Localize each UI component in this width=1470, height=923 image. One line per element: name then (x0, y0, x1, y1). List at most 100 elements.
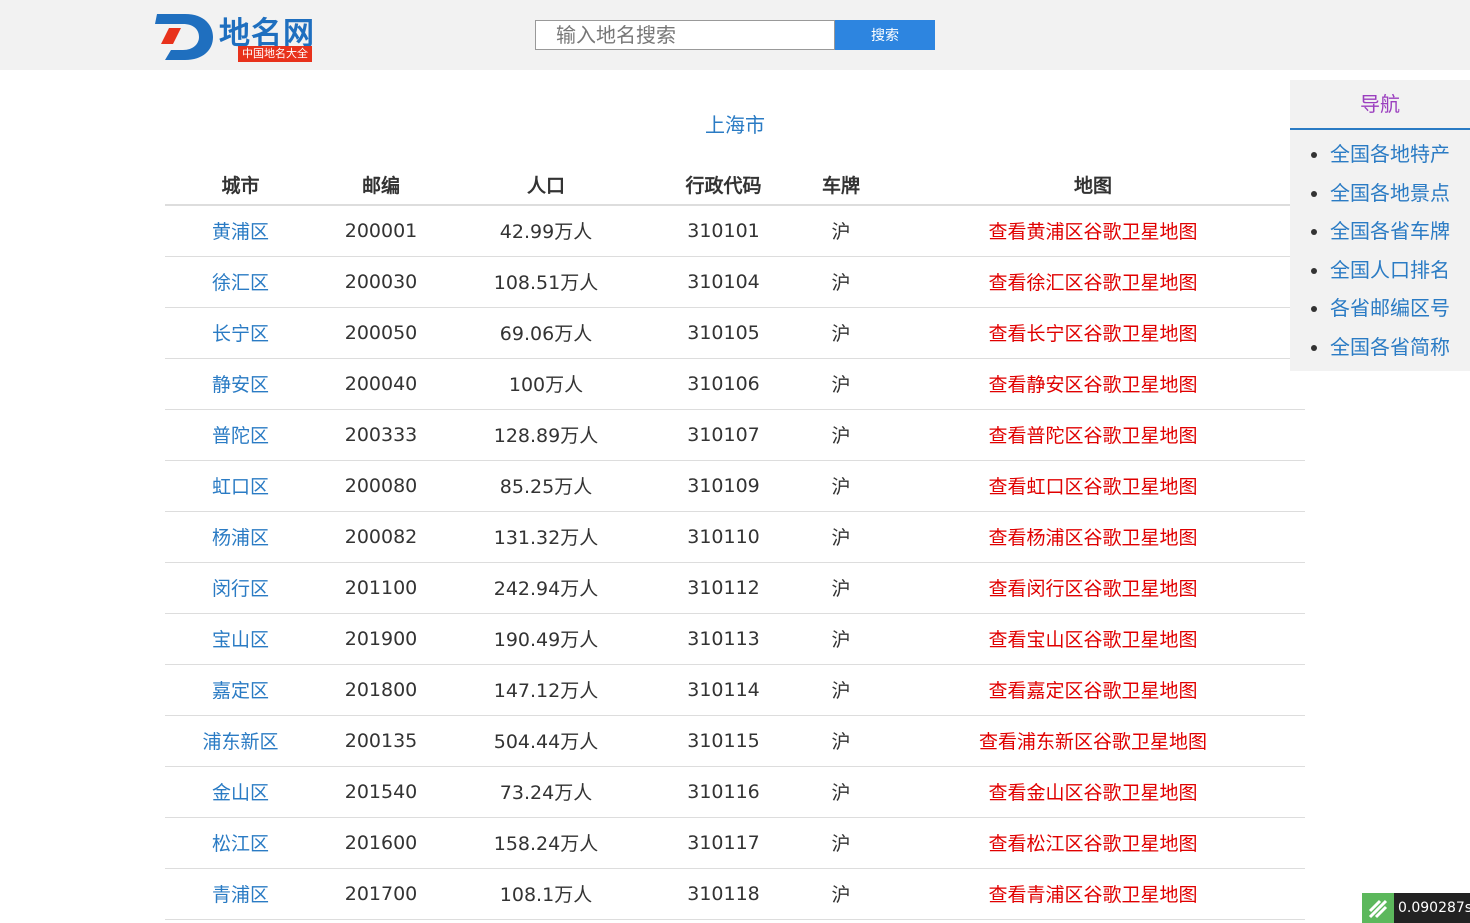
city-link[interactable]: 普陀区 (212, 425, 269, 447)
plate-cell: 沪 (801, 715, 881, 767)
city-link[interactable]: 闵行区 (212, 578, 269, 600)
map-cell: 查看杨浦区谷歌卫星地图 (881, 511, 1305, 563)
code-cell: 310109 (646, 460, 801, 512)
header-population: 人口 (446, 164, 646, 206)
table-row: 浦东新区 200135 504.44万人 310115 沪 查看浦东新区谷歌卫星地图 (165, 715, 1305, 767)
code-cell: 310113 (646, 613, 801, 665)
city-link[interactable]: 黄浦区 (212, 221, 269, 243)
header-bar: 地名网 中国地名大全 搜索 (0, 0, 1470, 70)
nav-item: 全国各地景点 (1290, 174, 1470, 213)
plate-cell: 沪 (801, 766, 881, 818)
city-cell: 杨浦区 (165, 511, 316, 563)
city-cell: 浦东新区 (165, 715, 316, 767)
city-link[interactable]: 宝山区 (212, 629, 269, 651)
nav-link[interactable]: 全国各地景点 (1330, 181, 1450, 205)
nav-link[interactable]: 全国各地特产 (1330, 142, 1450, 166)
map-cell: 查看嘉定区谷歌卫星地图 (881, 664, 1305, 716)
code-cell: 310106 (646, 358, 801, 410)
table-row: 青浦区 201700 108.1万人 310118 沪 查看青浦区谷歌卫星地图 (165, 868, 1305, 920)
nav-item: 全国各地特产 (1290, 135, 1470, 174)
code-cell: 310110 (646, 511, 801, 563)
table-row: 松江区 201600 158.24万人 310117 沪 查看松江区谷歌卫星地图 (165, 817, 1305, 869)
city-cell: 青浦区 (165, 868, 316, 920)
postcode-cell: 200001 (316, 205, 446, 257)
plate-cell: 沪 (801, 205, 881, 257)
city-cell: 闵行区 (165, 562, 316, 614)
site-logo[interactable]: 地名网 中国地名大全 (155, 8, 335, 64)
map-cell: 查看黄浦区谷歌卫星地图 (881, 205, 1305, 257)
map-link[interactable]: 查看浦东新区谷歌卫星地图 (979, 731, 1207, 753)
map-link[interactable]: 查看杨浦区谷歌卫星地图 (988, 527, 1197, 549)
nav-link[interactable]: 全国各省简称 (1330, 335, 1450, 359)
table-row: 黄浦区 200001 42.99万人 310101 沪 查看黄浦区谷歌卫星地图 (165, 205, 1305, 257)
table-row: 虹口区 200080 85.25万人 310109 沪 查看虹口区谷歌卫星地图 (165, 460, 1305, 512)
nav-panel: 导航 全国各地特产 全国各地景点 全国各省车牌 全国人口排名 各省邮编区号 全国各省简称 (1290, 80, 1470, 371)
plate-cell: 沪 (801, 358, 881, 410)
timer-badge: 0.090287s (1362, 893, 1470, 923)
nav-item: 全国各省车牌 (1290, 212, 1470, 251)
city-link[interactable]: 浦东新区 (202, 731, 278, 753)
postcode-cell: 201540 (316, 766, 446, 818)
city-link[interactable]: 徐汇区 (212, 272, 269, 294)
postcode-cell: 200333 (316, 409, 446, 461)
city-link[interactable]: 金山区 (212, 782, 269, 804)
map-link[interactable]: 查看青浦区谷歌卫星地图 (988, 884, 1197, 906)
code-cell: 310107 (646, 409, 801, 461)
population-cell: 158.24万人 (446, 817, 646, 869)
population-cell: 42.99万人 (446, 205, 646, 257)
code-cell: 310118 (646, 868, 801, 920)
map-link[interactable]: 查看徐汇区谷歌卫星地图 (988, 272, 1197, 294)
city-link[interactable]: 虹口区 (212, 476, 269, 498)
population-cell: 128.89万人 (446, 409, 646, 461)
map-cell: 查看浦东新区谷歌卫星地图 (881, 715, 1305, 767)
map-link[interactable]: 查看长宁区谷歌卫星地图 (988, 323, 1197, 345)
postcode-cell: 201700 (316, 868, 446, 920)
city-link[interactable]: 长宁区 (212, 323, 269, 345)
table-row: 徐汇区 200030 108.51万人 310104 沪 查看徐汇区谷歌卫星地图 (165, 256, 1305, 308)
nav-link[interactable]: 各省邮编区号 (1330, 296, 1450, 320)
map-link[interactable]: 查看黄浦区谷歌卫星地图 (988, 221, 1197, 243)
search-button[interactable]: 搜索 (835, 20, 935, 50)
map-link[interactable]: 查看普陀区谷歌卫星地图 (988, 425, 1197, 447)
map-cell: 查看静安区谷歌卫星地图 (881, 358, 1305, 410)
city-cell: 金山区 (165, 766, 316, 818)
header-postcode: 邮编 (316, 164, 446, 206)
header-map: 地图 (881, 164, 1305, 206)
plate-cell: 沪 (801, 664, 881, 716)
map-cell: 查看宝山区谷歌卫星地图 (881, 613, 1305, 665)
map-link[interactable]: 查看嘉定区谷歌卫星地图 (988, 680, 1197, 702)
postcode-cell: 200050 (316, 307, 446, 359)
header-admin-code: 行政代码 (646, 164, 801, 206)
population-cell: 147.12万人 (446, 664, 646, 716)
postcode-cell: 200082 (316, 511, 446, 563)
nav-title: 导航 (1290, 80, 1470, 130)
city-link[interactable]: 松江区 (212, 833, 269, 855)
city-link[interactable]: 静安区 (212, 374, 269, 396)
code-cell: 310112 (646, 562, 801, 614)
map-link[interactable]: 查看虹口区谷歌卫星地图 (988, 476, 1197, 498)
city-link[interactable]: 杨浦区 (212, 527, 269, 549)
map-link[interactable]: 查看金山区谷歌卫星地图 (988, 782, 1197, 804)
map-link[interactable]: 查看宝山区谷歌卫星地图 (988, 629, 1197, 651)
postcode-cell: 201600 (316, 817, 446, 869)
population-cell: 190.49万人 (446, 613, 646, 665)
nav-link[interactable]: 全国人口排名 (1330, 258, 1450, 282)
map-link[interactable]: 查看松江区谷歌卫星地图 (988, 833, 1197, 855)
city-link[interactable]: 青浦区 (212, 884, 269, 906)
map-link[interactable]: 查看静安区谷歌卫星地图 (988, 374, 1197, 396)
plate-cell: 沪 (801, 613, 881, 665)
code-cell: 310104 (646, 256, 801, 308)
nav-list: 全国各地特产 全国各地景点 全国各省车牌 全国人口排名 各省邮编区号 全国各省简称 (1290, 130, 1470, 366)
plate-cell: 沪 (801, 868, 881, 920)
district-table: 城市 邮编 人口 行政代码 车牌 地图 黄浦区 200001 42.99万人 3101… (165, 164, 1305, 920)
logo-subtitle: 中国地名大全 (238, 46, 312, 62)
table-row: 静安区 200040 100万人 310106 沪 查看静安区谷歌卫星地图 (165, 358, 1305, 410)
table-row: 闵行区 201100 242.94万人 310112 沪 查看闵行区谷歌卫星地图 (165, 562, 1305, 614)
map-link[interactable]: 查看闵行区谷歌卫星地图 (988, 578, 1197, 600)
table-row: 杨浦区 200082 131.32万人 310110 沪 查看杨浦区谷歌卫星地图 (165, 511, 1305, 563)
city-link[interactable]: 嘉定区 (212, 680, 269, 702)
table-row: 长宁区 200050 69.06万人 310105 沪 查看长宁区谷歌卫星地图 (165, 307, 1305, 359)
search-input[interactable] (535, 20, 835, 50)
map-cell: 查看徐汇区谷歌卫星地图 (881, 256, 1305, 308)
nav-link[interactable]: 全国各省车牌 (1330, 219, 1450, 243)
